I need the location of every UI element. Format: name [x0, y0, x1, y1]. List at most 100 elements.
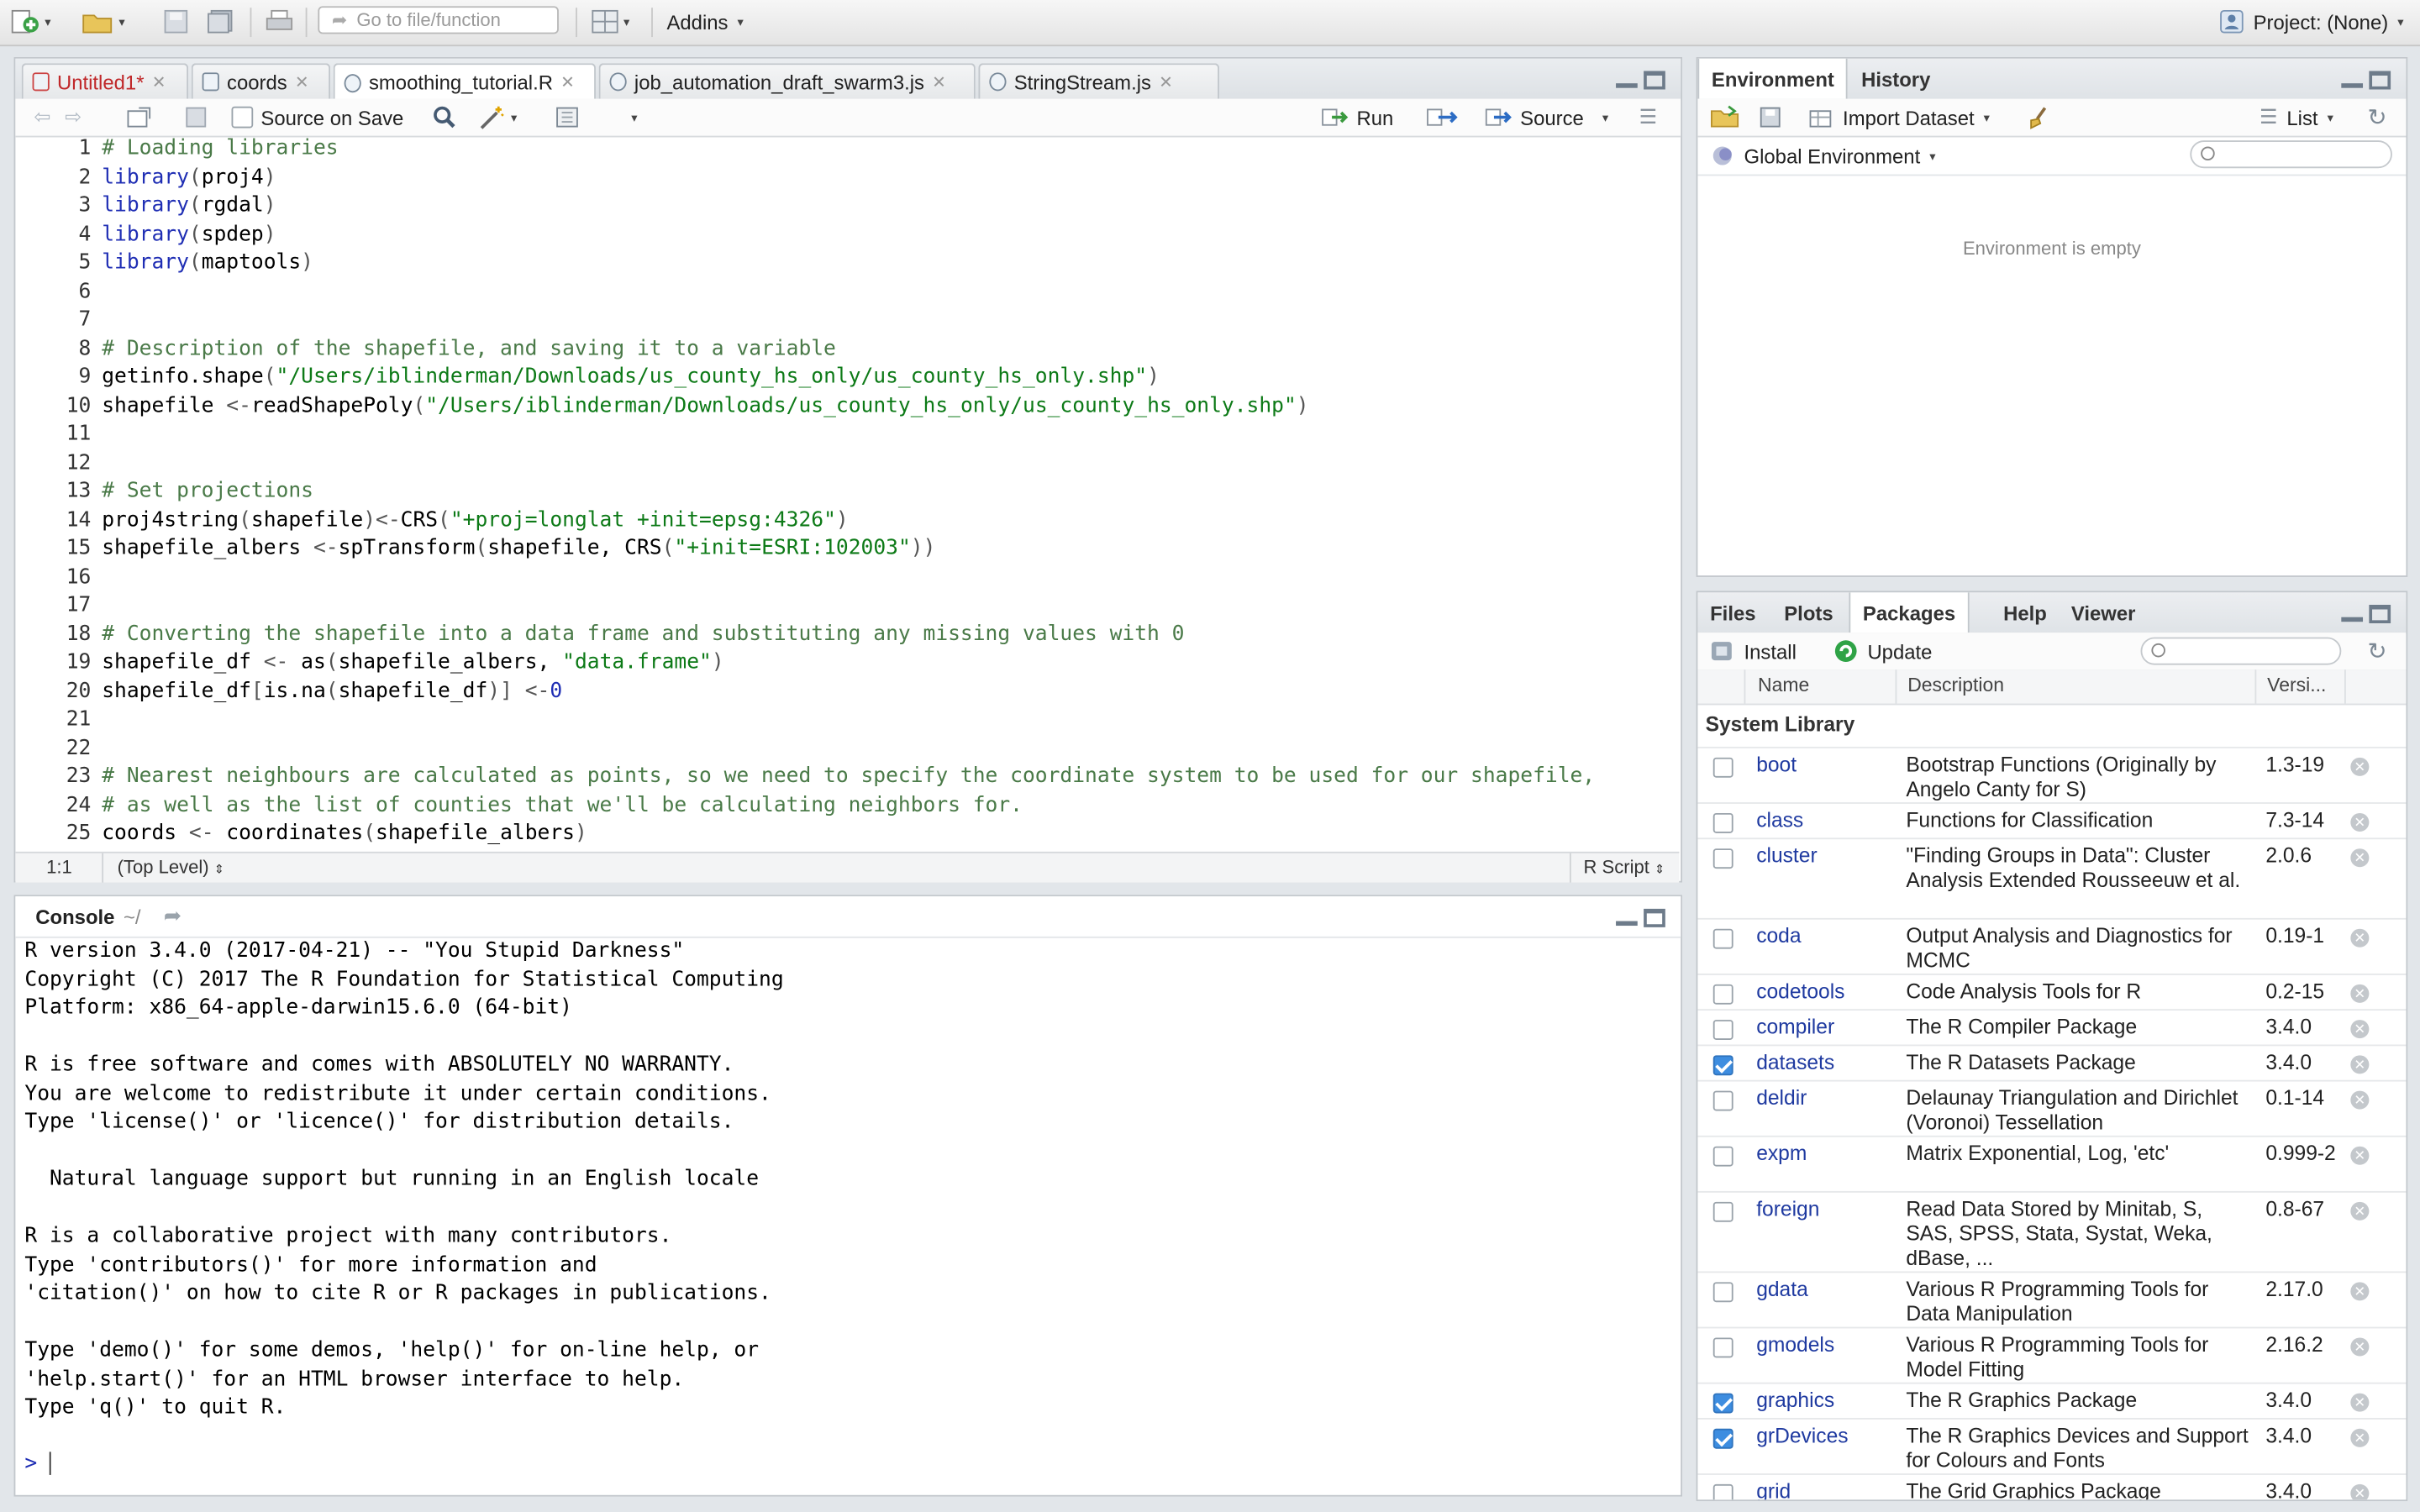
- close-icon[interactable]: ✕: [295, 71, 309, 92]
- editor-tab-untitled1[interactable]: Untitled1* ✕: [21, 63, 189, 99]
- goto-directory-icon[interactable]: ➦: [164, 902, 182, 928]
- maximize-icon[interactable]: [2369, 604, 2391, 624]
- tab-help[interactable]: Help: [1991, 592, 2059, 633]
- tab-packages[interactable]: Packages: [1849, 592, 1970, 633]
- minimize-icon[interactable]: [1616, 72, 1638, 88]
- remove-package-icon[interactable]: ✕: [2350, 1090, 2370, 1110]
- run-button[interactable]: Run: [1321, 99, 1393, 136]
- project-menu[interactable]: Project: (None) ▾: [2219, 8, 2404, 35]
- save-button[interactable]: [164, 8, 188, 35]
- package-load-checkbox[interactable]: [1712, 812, 1733, 833]
- minimize-icon[interactable]: [2341, 72, 2364, 88]
- minimize-icon[interactable]: [2341, 606, 2364, 622]
- package-load-checkbox[interactable]: [1712, 1337, 1733, 1358]
- maximize-icon[interactable]: [2369, 71, 2391, 90]
- import-dataset-button[interactable]: Import Dataset ▾: [1809, 99, 1990, 136]
- tab-environment[interactable]: Environment: [1697, 58, 1849, 99]
- package-load-checkbox[interactable]: [1712, 1483, 1733, 1500]
- compile-report-button[interactable]: [555, 99, 580, 136]
- col-name-header[interactable]: Name: [1758, 675, 1809, 696]
- remove-package-icon[interactable]: ✕: [2350, 984, 2370, 1003]
- update-button[interactable]: Update: [1833, 633, 1932, 669]
- close-icon[interactable]: ✕: [1159, 71, 1173, 92]
- package-name-link[interactable]: deldir: [1756, 1086, 1807, 1110]
- outline-icon[interactable]: ☰: [1639, 99, 1657, 136]
- clear-workspace-button[interactable]: [2027, 99, 2051, 136]
- remove-package-icon[interactable]: ✕: [2350, 1483, 2370, 1500]
- package-name-link[interactable]: datasets: [1756, 1051, 1834, 1074]
- remove-package-icon[interactable]: ✕: [2350, 928, 2370, 948]
- editor-tab-coords[interactable]: coords ✕: [191, 63, 331, 99]
- tab-viewer[interactable]: Viewer: [2059, 592, 2148, 633]
- editor-tab-smoothing-tutorial[interactable]: smoothing_tutorial.R ✕: [333, 63, 596, 101]
- package-load-checkbox[interactable]: [1712, 848, 1733, 869]
- env-search-input[interactable]: [2190, 140, 2392, 169]
- package-load-checkbox[interactable]: [1712, 1201, 1733, 1222]
- package-name-link[interactable]: coda: [1756, 924, 1801, 948]
- package-name-link[interactable]: cluster: [1756, 844, 1817, 868]
- package-name-link[interactable]: grDevices: [1756, 1424, 1848, 1447]
- code-editor[interactable]: # Loading libraries library(proj4) library…: [102, 136, 1595, 849]
- more-options-menu[interactable]: ▾: [627, 99, 637, 136]
- package-load-checkbox[interactable]: [1712, 1090, 1733, 1111]
- remove-package-icon[interactable]: ✕: [2350, 1337, 2370, 1357]
- tab-history[interactable]: History: [1849, 59, 1943, 99]
- remove-package-icon[interactable]: ✕: [2350, 1428, 2370, 1447]
- package-load-checkbox[interactable]: [1712, 1428, 1733, 1449]
- maximize-icon[interactable]: [1644, 71, 1665, 90]
- goto-file-input[interactable]: ➦ Go to file/function: [318, 6, 559, 34]
- package-name-link[interactable]: foreign: [1756, 1197, 1819, 1221]
- forward-arrow-icon[interactable]: ⇨: [65, 99, 82, 136]
- install-button[interactable]: Install: [1710, 633, 1797, 669]
- tab-plots[interactable]: Plots: [1772, 592, 1846, 633]
- package-name-link[interactable]: grid: [1756, 1479, 1791, 1499]
- addins-menu[interactable]: Addins ▾: [666, 8, 743, 35]
- print-button[interactable]: [266, 8, 293, 35]
- remove-package-icon[interactable]: ✕: [2350, 1055, 2370, 1074]
- maximize-icon[interactable]: [1644, 908, 1665, 927]
- package-load-checkbox[interactable]: [1712, 928, 1733, 949]
- package-load-checkbox[interactable]: [1712, 1146, 1733, 1167]
- console-title[interactable]: Console: [35, 906, 114, 929]
- new-file-button[interactable]: ▾: [9, 8, 51, 35]
- editor-tab-job-automation[interactable]: job_automation_draft_swarm3.js ✕: [598, 63, 976, 99]
- global-env-selector[interactable]: Global Environment ▾: [1710, 137, 1936, 174]
- close-icon[interactable]: ✕: [560, 72, 575, 92]
- close-icon[interactable]: ✕: [152, 71, 166, 92]
- package-load-checkbox[interactable]: [1712, 757, 1733, 778]
- package-name-link[interactable]: expm: [1756, 1142, 1807, 1165]
- package-load-checkbox[interactable]: [1712, 984, 1733, 1005]
- remove-package-icon[interactable]: ✕: [2350, 1020, 2370, 1039]
- back-arrow-icon[interactable]: ⇦: [34, 99, 50, 136]
- tab-files[interactable]: Files: [1697, 592, 1768, 633]
- remove-package-icon[interactable]: ✕: [2350, 1393, 2370, 1412]
- col-description-header[interactable]: Description: [1907, 675, 2004, 696]
- editor-tab-stringstream[interactable]: StringStream.js ✕: [978, 63, 1220, 99]
- rerun-button[interactable]: [1426, 99, 1460, 136]
- package-search-input[interactable]: [2140, 637, 2342, 665]
- package-name-link[interactable]: compiler: [1756, 1016, 1834, 1039]
- package-load-checkbox[interactable]: [1712, 1020, 1733, 1040]
- remove-package-icon[interactable]: ✕: [2350, 848, 2370, 868]
- package-name-link[interactable]: graphics: [1756, 1389, 1834, 1412]
- refresh-icon[interactable]: ↻: [2368, 99, 2387, 136]
- package-load-checkbox[interactable]: [1712, 1282, 1733, 1303]
- find-button[interactable]: [432, 99, 456, 136]
- open-file-button[interactable]: ▾: [81, 8, 125, 35]
- source-button[interactable]: Source ▾: [1485, 99, 1608, 136]
- view-mode-menu[interactable]: ☰ List ▾: [2260, 99, 2333, 136]
- source-on-save-toggle[interactable]: Source on Save: [231, 99, 403, 136]
- remove-package-icon[interactable]: ✕: [2350, 1282, 2370, 1301]
- load-workspace-button[interactable]: [1710, 99, 1741, 136]
- filetype-selector[interactable]: R Script ⇕: [1583, 856, 1665, 878]
- package-name-link[interactable]: gmodels: [1756, 1333, 1834, 1357]
- scope-selector[interactable]: (Top Level) ⇕: [118, 856, 225, 878]
- remove-package-icon[interactable]: ✕: [2350, 757, 2370, 776]
- package-load-checkbox[interactable]: [1712, 1393, 1733, 1414]
- show-in-window-button[interactable]: [127, 99, 151, 136]
- code-tools-button[interactable]: ▾: [478, 99, 517, 136]
- package-name-link[interactable]: codetools: [1756, 979, 1844, 1003]
- source-on-save-checkbox[interactable]: [231, 106, 254, 129]
- package-name-link[interactable]: class: [1756, 808, 1803, 832]
- package-name-link[interactable]: gdata: [1756, 1278, 1808, 1301]
